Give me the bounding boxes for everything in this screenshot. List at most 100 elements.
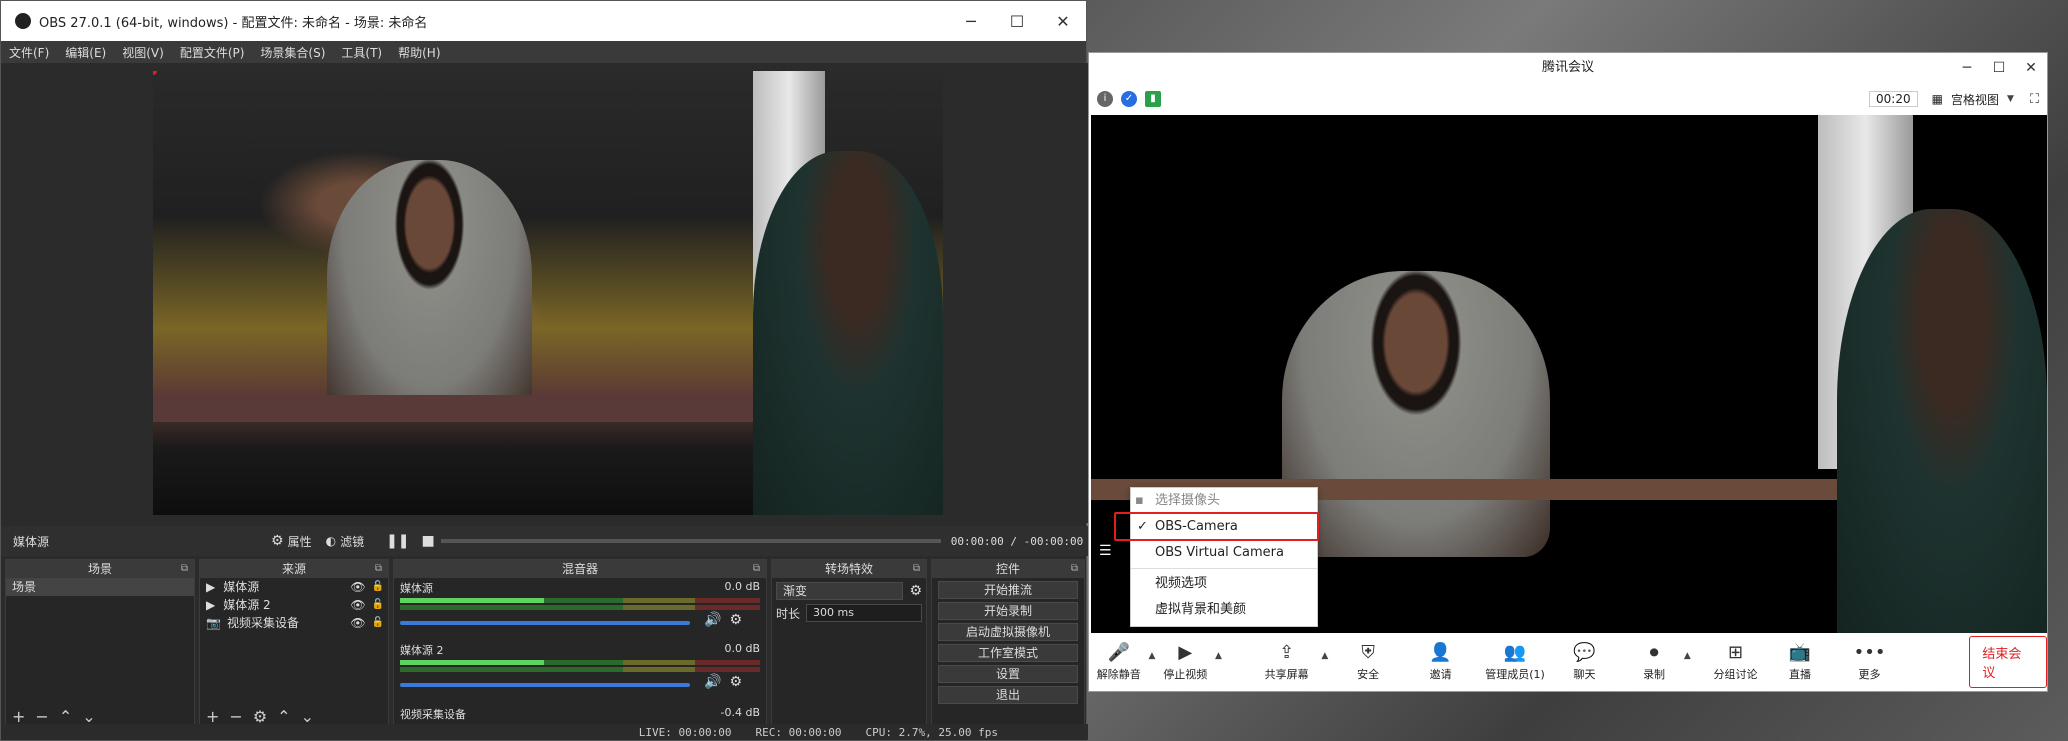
signal-icon[interactable]: ▮ [1145,91,1161,107]
chat-button[interactable]: 💬 聊天 [1555,633,1615,691]
close-icon[interactable]: ✕ [2015,53,2047,83]
menu-item-obs-virtual-camera[interactable]: OBS Virtual Camera [1131,540,1317,566]
shield-icon[interactable]: ✓ [1121,91,1137,107]
gear-icon[interactable]: ⚙ [729,612,742,628]
mixer-panel: 混音器 ⧉ 媒体源 0.0 dB 🔊 ⚙ 媒体源 2 0.0 dB 🔊 ⚙ 视频采集设备 -… [393,559,767,731]
list-item[interactable]: 📷 视频采集设备 👁 🔓 [200,614,388,632]
obs-preview[interactable] [153,71,943,515]
scenes-panel: 场景 ⧉ 场景 + − ⌃ ⌄ [5,559,195,731]
db-readout: -0.4 dB [720,706,761,719]
gear-icon[interactable]: ⚙ [729,674,742,690]
source-toolbar: 媒体源 ⚙ 属性 ◐ 滤镜 ❚❚ ■ 00:00:00 / -00:00:00 [1,526,1088,556]
properties-button[interactable]: 属性 [288,533,312,550]
menu-edit[interactable]: 编辑(E) [57,44,114,61]
menu-scene-collection[interactable]: 场景集合(S) [252,44,333,61]
maximize-icon[interactable]: ☐ [1983,53,2015,83]
current-source-label: 媒体源 [13,534,50,549]
more-icon: ••• [1853,642,1886,663]
exit-button[interactable]: 退出 [938,686,1078,704]
menu-help[interactable]: 帮助(H) [390,44,448,61]
chevron-up-icon[interactable]: ▲ [1149,651,1156,661]
speaker-icon[interactable]: 🔊 [704,674,721,690]
chevron-up-icon[interactable]: ▲ [1215,651,1222,661]
mic-off-icon: 🎤 [1107,642,1130,663]
minimize-icon[interactable]: ─ [948,12,994,31]
list-item[interactable]: 场景 [6,578,194,596]
eye-icon[interactable]: 👁 [350,614,365,632]
camera-select-menu: ▪ 选择摄像头 ✓ OBS-Camera OBS Virtual Camera 视频… [1130,487,1318,627]
obs-logo-icon [15,13,31,29]
maximize-icon[interactable]: ☐ [994,12,1040,31]
filters-button[interactable]: 滤镜 [340,533,364,550]
menu-file[interactable]: 文件(F) [1,44,57,61]
end-meeting-button[interactable]: 结束会议 [1969,636,2047,688]
stop-icon[interactable]: ■ [422,533,435,549]
chat-icon: 💬 [1573,642,1596,663]
settings-button[interactable]: 设置 [938,665,1078,683]
more-button[interactable]: ••• 更多 [1840,633,1900,691]
live-status: LIVE: 00:00:00 [638,725,732,739]
filter-icon: ◐ [325,534,337,548]
highlight-box [1114,512,1319,541]
start-virtual-camera-button[interactable]: 启动虚拟摄像机 [938,623,1078,641]
info-icon[interactable]: i [1097,91,1113,107]
db-readout: 0.0 dB [724,580,760,593]
audio-meter [400,598,760,603]
chevron-down-icon[interactable]: ▼ [2007,94,2014,104]
menu-tools[interactable]: 工具(T) [333,44,390,61]
gear-icon[interactable]: ⚙ [909,583,922,599]
record-button[interactable]: ⏺ 录制 [1624,633,1684,691]
breakout-rooms-button[interactable]: ⊞ 分组讨论 [1701,633,1770,691]
share-screen-icon: ⇪ [1279,642,1295,663]
lock-icon[interactable]: 🔓 [372,596,384,614]
pause-icon[interactable]: ❚❚ [386,533,409,549]
menu-item-video-options[interactable]: 视频选项 [1131,571,1317,597]
tencent-title: 腾讯会议 [1541,60,1594,75]
manage-members-button[interactable]: 👥 管理成员(1) [1475,633,1554,691]
eye-icon[interactable]: 👁 [350,596,365,614]
seek-bar[interactable] [440,539,941,543]
start-streaming-button[interactable]: 开始推流 [938,581,1078,599]
start-recording-button[interactable]: 开始录制 [938,602,1078,620]
share-screen-button[interactable]: ⇪ 共享屏幕 [1252,633,1321,691]
duration-label: 时长 [776,606,801,621]
fullscreen-icon[interactable]: ⛶ [2030,92,2039,107]
close-icon[interactable]: ✕ [1040,12,1086,31]
chevron-up-icon[interactable]: ▲ [1321,651,1328,661]
volume-slider[interactable] [400,683,690,687]
list-icon[interactable]: ☰ [1099,543,1112,559]
view-mode-select[interactable]: 宫格视图 [1951,91,1999,108]
transition-select[interactable]: 渐变 [776,582,904,600]
speaker-icon[interactable]: 🔊 [704,612,721,628]
chevron-up-icon[interactable]: ▲ [1684,651,1691,661]
obs-preview-area [1,63,1088,523]
sources-panel: 来源 ⧉ ▶ 媒体源 👁 🔓 ▶ 媒体源 2 👁 🔓 📷 视频采集设备 👁 🔓 + − ⚙ ⌃ ⌄ [199,559,389,731]
stop-video-button[interactable]: ▶ 停止视频 [1155,633,1215,691]
audio-meter [400,660,760,665]
invite-icon: 👤 [1429,642,1452,663]
volume-slider[interactable] [400,621,690,625]
record-icon: ⏺ [1649,642,1659,663]
duration-input[interactable]: 300 ms [806,604,922,622]
unmute-button[interactable]: 🎤 解除静音 [1089,633,1149,691]
controls-panel-title: 控件 [995,562,1020,576]
minimize-icon[interactable]: ─ [1951,53,1983,83]
invite-button[interactable]: 👤 邀请 [1406,633,1475,691]
db-readout: 0.0 dB [724,642,760,655]
menu-item-virtual-background[interactable]: 虚拟背景和美颜 [1131,597,1317,623]
lock-icon[interactable]: 🔓 [372,614,384,632]
media-time: 00:00:00 / -00:00:00 [950,534,1084,548]
studio-mode-button[interactable]: 工作室模式 [938,644,1078,662]
list-item[interactable]: ▶ 媒体源 👁 🔓 [200,578,388,596]
selection-handle-icon[interactable] [153,71,157,75]
menu-view[interactable]: 视图(V) [114,44,172,61]
lock-icon[interactable]: 🔓 [372,578,384,596]
mixer-channel: 媒体源 2 0.0 dB 🔊 ⚙ [400,642,760,690]
list-item[interactable]: ▶ 媒体源 2 👁 🔓 [200,596,388,614]
eye-icon[interactable]: 👁 [350,578,365,596]
menu-profile[interactable]: 配置文件(P) [172,44,253,61]
transitions-panel-title: 转场特效 [824,562,873,576]
security-button[interactable]: ⛨ 安全 [1338,633,1398,691]
live-button[interactable]: 📺 直播 [1770,633,1830,691]
sources-panel-title: 来源 [281,562,306,576]
